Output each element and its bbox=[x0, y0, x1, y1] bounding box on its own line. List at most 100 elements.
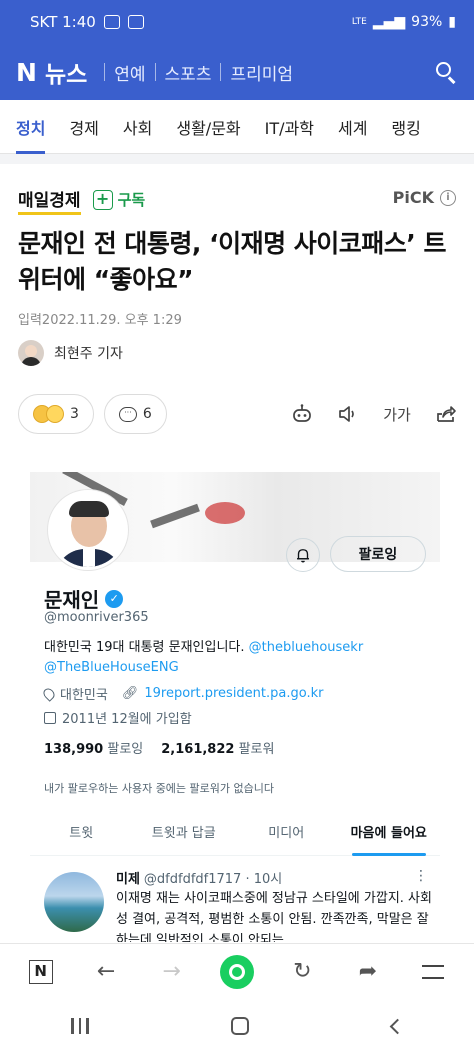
system-nav-bar bbox=[0, 999, 474, 1053]
home-icon[interactable] bbox=[231, 1017, 250, 1035]
reaction-count: 3 bbox=[70, 406, 79, 422]
tweet-meta: @dfdfdfdf1717 · 10시 bbox=[143, 872, 283, 887]
bio-text: 대한민국 19대 대통령 문재인입니다. bbox=[44, 640, 245, 655]
notify-bell-icon bbox=[286, 538, 320, 572]
reporter-avatar bbox=[18, 340, 44, 366]
tweet-author: 미제 bbox=[116, 872, 140, 887]
tab-world[interactable]: 세계 bbox=[338, 100, 367, 154]
press-logo[interactable]: 매일경제 bbox=[18, 186, 81, 215]
signal-icon: ▂▄▆ bbox=[372, 14, 406, 30]
speaker-icon[interactable] bbox=[336, 402, 360, 426]
twitter-location: 대한민국 bbox=[60, 688, 108, 703]
tab-it-science[interactable]: IT/과학 bbox=[265, 100, 314, 154]
status-bar: SKT 1:40 LTE ▂▄▆ 93% ▮ bbox=[0, 0, 474, 44]
carrier-time: SKT 1:40 bbox=[30, 13, 96, 31]
menu-button[interactable] bbox=[413, 952, 453, 992]
location-icon bbox=[41, 685, 57, 702]
plus-icon: + bbox=[92, 189, 113, 210]
pick-label: PiCK bbox=[392, 188, 434, 207]
nav-entertainment[interactable]: 연예 bbox=[114, 60, 145, 85]
nav-sports[interactable]: 스포츠 bbox=[165, 60, 212, 85]
comment-button[interactable]: ··· 6 bbox=[103, 394, 167, 434]
twitter-location-row: 대한민국 🔗︎ 19report.president.pa.go.kr bbox=[41, 684, 324, 703]
twitter-name-row: 문재인 ✓ bbox=[44, 584, 124, 613]
twitter-tab-likes: 마음에 들어요 bbox=[338, 812, 441, 856]
logo-text: 뉴스 bbox=[44, 62, 88, 88]
twitter-tab-media: 미디어 bbox=[268, 825, 305, 841]
browser-toolbar: N ← → ↻ ➦ bbox=[0, 943, 474, 999]
verified-icon: ✓ bbox=[105, 589, 124, 608]
hamburger-icon bbox=[422, 964, 445, 979]
following-label: 팔로잉 bbox=[107, 742, 144, 757]
tab-society[interactable]: 사회 bbox=[123, 100, 152, 154]
tab-life-culture[interactable]: 생활/문화 bbox=[176, 100, 240, 154]
tab-politics[interactable]: 정치 bbox=[16, 100, 46, 154]
naver-home-button[interactable]: N bbox=[21, 952, 61, 992]
reaction-button[interactable]: 3 bbox=[18, 394, 94, 434]
nav-divider bbox=[104, 63, 106, 81]
comment-icon: ··· bbox=[118, 406, 137, 422]
logo-n: N bbox=[16, 57, 37, 87]
back-arrow-icon[interactable]: ← bbox=[86, 952, 126, 992]
pick-badge[interactable]: PiCK i bbox=[393, 188, 456, 207]
recent-apps-icon[interactable] bbox=[71, 1018, 89, 1034]
twitter-joined: 2011년 12월에 가입함 bbox=[62, 712, 192, 727]
tweet-body: 이재명 재는 사이코패스중에 정남규 스타일에 가깝지. 사회성 결여, 공격적… bbox=[116, 891, 432, 942]
twitter-tab-tweets: 트윗 bbox=[69, 825, 94, 841]
twitter-tabs: 트윗 트윗과 답글 미디어 마음에 들어요 bbox=[30, 812, 440, 856]
robot-summary-icon[interactable] bbox=[290, 402, 314, 426]
green-dot-icon bbox=[219, 954, 254, 989]
font-size-icon[interactable]: 가가 bbox=[382, 402, 412, 426]
followers-count: 2,161,822 bbox=[161, 742, 235, 757]
embedded-twitter-image[interactable]: 팔로잉 문재인 ✓ @moonriver365 대한민국 19대 대통령 문재인… bbox=[30, 472, 440, 942]
twitter-bio: 대한민국 19대 대통령 문재인입니다. @thebluehousekr @Th… bbox=[44, 638, 434, 678]
twitter-tab-replies: 트윗과 답글 bbox=[151, 825, 216, 841]
header-nav: 연예 스포츠 프리미엄 bbox=[95, 60, 293, 85]
subscribe-button[interactable]: + 구독 bbox=[92, 189, 146, 210]
link-icon: 🔗︎ bbox=[121, 686, 139, 701]
nav-divider bbox=[220, 63, 222, 81]
article-tools: 가가 bbox=[290, 402, 458, 426]
tweet-header: 미제 @dfdfdfdf1717 · 10시 bbox=[116, 868, 282, 887]
twitter-name: 문재인 bbox=[44, 588, 100, 612]
twitter-website: 19report.president.pa.go.kr bbox=[144, 686, 324, 701]
notification-icon bbox=[103, 15, 120, 29]
twitter-stats: 138,990 팔로잉 2,161,822 팔로워 bbox=[44, 738, 274, 757]
battery-text: 93% bbox=[411, 14, 443, 30]
more-icon: ⋮ bbox=[414, 868, 428, 884]
search-icon[interactable] bbox=[434, 60, 458, 84]
share-icon[interactable] bbox=[434, 402, 458, 426]
info-icon[interactable]: i bbox=[440, 189, 456, 206]
press-row: 매일경제 + 구독 bbox=[18, 186, 146, 215]
subscribe-label: 구독 bbox=[117, 191, 146, 209]
following-count: 138,990 bbox=[44, 742, 104, 757]
tweet-author-avatar bbox=[44, 872, 104, 932]
reaction-emoji-icon bbox=[33, 405, 64, 423]
nav-premium[interactable]: 프리미엄 bbox=[230, 60, 293, 85]
news-logo[interactable]: N 뉴스 bbox=[16, 55, 87, 89]
flag-stripe bbox=[150, 503, 200, 529]
section-tabs: 정치 경제 사회 생활/문화 IT/과학 세계 랭킹 bbox=[0, 100, 474, 154]
forward-arrow-icon[interactable]: → bbox=[152, 952, 192, 992]
network-label: LTE bbox=[351, 17, 367, 27]
section-divider bbox=[0, 154, 474, 164]
followers-stat: 2,161,822 팔로워 bbox=[161, 738, 274, 757]
article-date: 입력2022.11.29. 오후 1:29 bbox=[18, 313, 182, 328]
tab-economy[interactable]: 경제 bbox=[69, 100, 98, 154]
reporter-name: 최현주 기자 bbox=[54, 346, 123, 362]
naver-n-icon: N bbox=[28, 959, 53, 984]
nav-divider bbox=[154, 63, 156, 81]
battery-icon: ▮ bbox=[448, 14, 456, 30]
green-dot-button[interactable] bbox=[217, 952, 257, 992]
reporter-row[interactable]: 최현주 기자 bbox=[18, 340, 123, 366]
refresh-icon[interactable]: ↻ bbox=[282, 952, 322, 992]
app-notification-icon bbox=[127, 15, 144, 29]
article-actions: 3 ··· 6 가가 bbox=[18, 393, 458, 435]
system-back-icon[interactable] bbox=[389, 1018, 406, 1034]
share-arrow-icon[interactable]: ➦ bbox=[348, 952, 388, 992]
twitter-follow-note: 내가 팔로우하는 사용자 중에는 팔로워가 없습니다 bbox=[44, 782, 275, 795]
following-stat: 138,990 팔로잉 bbox=[44, 738, 143, 757]
bio-link-bluehouse: @thebluehousekr bbox=[248, 640, 364, 655]
naver-news-header: N 뉴스 연예 스포츠 프리미엄 bbox=[0, 44, 474, 100]
tab-ranking[interactable]: 랭킹 bbox=[391, 100, 420, 154]
